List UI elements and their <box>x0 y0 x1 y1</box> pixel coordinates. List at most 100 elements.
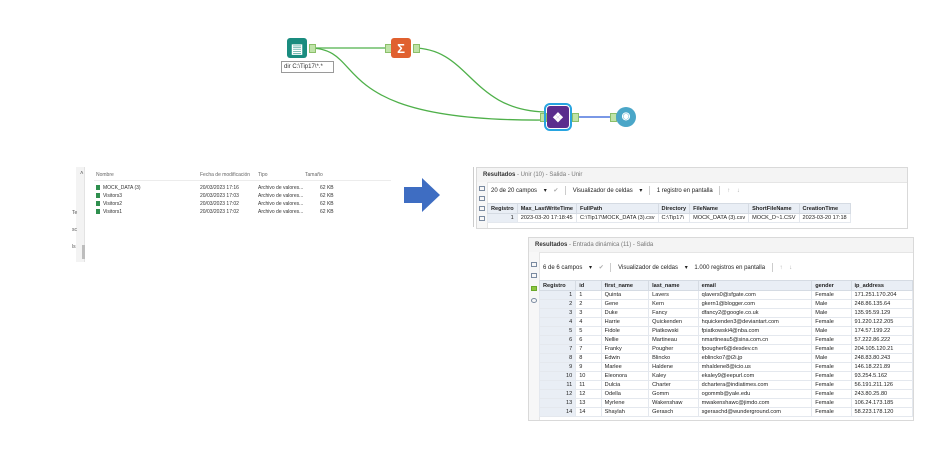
table-view-icon[interactable] <box>479 186 485 191</box>
column-header-type[interactable]: Tipo <box>258 172 268 178</box>
table-row[interactable]: 13 13 Myrlene Wakenshaw mwakenshawc@jimdo.co… <box>538 398 913 408</box>
cell: 106.24.173.185 <box>850 398 913 408</box>
arrow-up-icon[interactable]: ↑ <box>727 188 730 194</box>
fields-dropdown[interactable]: 20 de 20 campos ▾ <box>491 188 547 194</box>
info-icon[interactable] <box>531 298 537 303</box>
cell: nmartineau5@sina.com.cn <box>697 335 813 345</box>
cell: Edwin <box>600 353 650 363</box>
cell: MOCK_D~1.CSV <box>748 213 800 223</box>
union-icon: ❖ <box>552 109 564 125</box>
cell: Marlee <box>600 362 650 372</box>
column-header-name[interactable]: Nombre <box>96 172 114 178</box>
chevron-up-icon[interactable]: ˄ <box>80 171 84 177</box>
book-icon: ▤ <box>290 40 304 56</box>
file-row[interactable]: Visitors3 20/03/2023 17:03 Archivo de va… <box>94 192 391 200</box>
arrow-down-icon[interactable]: ↓ <box>737 188 740 194</box>
column-header[interactable]: first_name <box>600 280 650 291</box>
filter-icon[interactable] <box>479 206 485 211</box>
cell: Female <box>811 380 852 390</box>
table-row[interactable]: 5 5 Fidole Piatkowski fpiatkowski4@nba.com Ma… <box>538 326 913 336</box>
cell: Quinta <box>600 290 650 300</box>
cell: Female <box>811 290 852 300</box>
column-header[interactable]: Registro <box>487 203 518 214</box>
info-icon[interactable] <box>479 216 485 221</box>
file-row[interactable]: Visitors2 20/03/2023 17:02 Archivo de va… <box>94 200 391 208</box>
results-title-bar: Resultados - Unir (10) - Salida - Unir <box>477 168 907 183</box>
table-row[interactable]: 11 11 Dulcia Charter dcharterа@indiatimes.co… <box>538 380 913 390</box>
cell: 91.220.122.205 <box>850 317 913 327</box>
browse-tool[interactable]: ◉ <box>616 107 636 127</box>
column-header[interactable]: Directory <box>657 203 691 214</box>
nav-label[interactable]: ls <box>72 239 77 256</box>
divider <box>719 185 721 195</box>
column-header[interactable]: id <box>575 280 602 291</box>
scrollbar[interactable] <box>82 245 85 259</box>
table-row[interactable]: 12 12 Odella Gomm ogommb@yale.edu Female 243.8… <box>538 389 913 399</box>
cell: dfancy2@google.co.uk <box>697 308 813 318</box>
workflow-canvas[interactable]: ▤ Σ ❖ ◉ dir C:\Tip17\*.* <box>0 0 940 160</box>
output-anchor[interactable] <box>309 44 316 53</box>
file-size: 62 KB <box>320 209 334 215</box>
output-anchor[interactable] <box>413 44 420 53</box>
table-row[interactable]: 2 2 Gene Kern gkern1@blogger.com Male 248.86.1… <box>538 299 913 309</box>
cell: ogommb@yale.edu <box>697 389 813 399</box>
viewer-dropdown[interactable]: Visualizador de celdas ▾ <box>618 265 688 271</box>
nav-label[interactable]: Te <box>72 205 77 222</box>
cell: Female <box>811 407 852 417</box>
table-row[interactable]: 4 4 Harrie Quickenden hquickenden3@deviantar… <box>538 317 913 327</box>
table-row[interactable]: 10 10 Eleonora Kaley ekaley9@eepurl.com Femal… <box>538 371 913 381</box>
table-row[interactable]: 8 8 Edwin Blincko eblincko7@i2i.jp Male 248.83… <box>538 353 913 363</box>
table-row[interactable]: 9 9 Marlee Haldene mhaldene8@icio.us Female 14… <box>538 362 913 372</box>
table-row[interactable]: 14 14 Shaylah Gerasch sgeraschd@wunderground… <box>538 407 913 417</box>
filter-icon[interactable] <box>531 286 537 291</box>
cell: 12 <box>575 389 602 399</box>
column-header[interactable]: CreationTime <box>798 203 851 214</box>
directory-tool[interactable]: ▤ <box>287 38 307 58</box>
column-header-size[interactable]: Tamaño <box>305 172 323 178</box>
file-date: 20/03/2023 17:02 <box>200 201 239 207</box>
table-row[interactable]: 3 3 Duke Fancy dfancy2@google.co.uk Male 135.9… <box>538 308 913 318</box>
cell: ekaley9@eepurl.com <box>697 371 813 381</box>
nav-label[interactable]: sc <box>72 222 77 239</box>
cell: 58.223.178.120 <box>850 407 913 417</box>
cell: Charter <box>648 380 699 390</box>
column-header[interactable]: email <box>697 280 813 291</box>
file-row[interactable]: Visitors1 20/03/2023 17:02 Archivo de va… <box>94 208 391 216</box>
column-header[interactable]: ip_address <box>850 280 913 291</box>
viewer-dropdown[interactable]: Visualizador de celdas ▾ <box>573 188 643 194</box>
checkmark-icon[interactable]: ✔ <box>599 265 604 271</box>
table-row[interactable]: 7 7 Franky Pougher fpougher6@desdev.cn Female… <box>538 344 913 354</box>
column-header[interactable]: Max_LastWriteTime <box>516 203 578 214</box>
column-header[interactable]: last_name <box>648 280 699 291</box>
grid-icon[interactable] <box>531 273 537 278</box>
cell: 4 <box>538 317 577 327</box>
file-row[interactable]: MOCK_DATA (3) 20/03/2023 17:16 Archivo d… <box>94 184 391 192</box>
table-row[interactable]: 1 2023-03-20 17:18:45 C:\Tip17\MOCK_DATA… <box>487 213 851 223</box>
cell: fpougher6@desdev.cn <box>697 344 813 354</box>
column-header-date[interactable]: Fecha de modificación <box>200 172 250 178</box>
column-header[interactable]: gender <box>811 280 852 291</box>
cell: Gene <box>600 299 650 309</box>
column-header[interactable]: ShortFileName <box>748 203 800 214</box>
grid-icon[interactable] <box>479 196 485 201</box>
column-header[interactable]: Registro <box>538 280 577 291</box>
table-view-icon[interactable] <box>531 262 537 267</box>
divider <box>649 185 651 195</box>
cell: Franky <box>600 344 650 354</box>
table-row[interactable]: 6 6 Nellie Martineau nmartineau5@sina.com.cn… <box>538 335 913 345</box>
column-header[interactable]: FullPath <box>576 203 659 214</box>
table-row[interactable]: 1 1 Quinta Lavers qlavers0@sfgate.com Female 1… <box>538 290 913 300</box>
fields-dropdown[interactable]: 6 de 6 campos ▾ <box>543 265 592 271</box>
summarize-tool[interactable]: Σ <box>391 38 411 58</box>
arrow-up-icon[interactable]: ↑ <box>779 265 782 271</box>
input-anchor[interactable] <box>540 113 547 122</box>
cell: MOCK_DATA (3).csv <box>689 213 750 223</box>
output-anchor[interactable] <box>572 113 579 122</box>
cell: 11 <box>575 380 602 390</box>
arrow-down-icon[interactable]: ↓ <box>789 265 792 271</box>
checkmark-icon[interactable]: ✔ <box>553 188 558 194</box>
column-header[interactable]: FileName <box>689 203 750 214</box>
union-tool[interactable]: ❖ <box>544 103 572 131</box>
csv-file-icon <box>96 201 100 206</box>
cell: Fancy <box>648 308 699 318</box>
